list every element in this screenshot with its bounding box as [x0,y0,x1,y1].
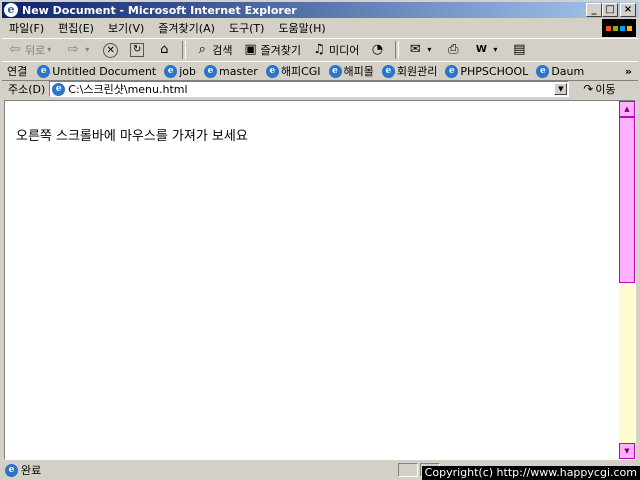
links-overflow-chevron-icon[interactable]: » [625,65,632,78]
mail-icon: ✉ [409,42,421,57]
window-controls: _ □ × [586,3,636,17]
go-arrow-icon: ↷ [583,82,594,96]
link-untitled-document[interactable]: e Untitled Document [33,64,160,78]
back-label: 뒤로 [25,44,46,57]
link-label: PHPSCHOOL [460,64,529,78]
browser-window: e New Document - Microsoft Internet Expl… [0,0,640,480]
link-phpschool[interactable]: e PHPSCHOOL [441,64,532,78]
search-icon: ⌕ [198,42,206,57]
maximize-button[interactable]: □ [602,3,618,17]
ie-page-icon: e [445,64,459,78]
forward-button[interactable]: ⇨ ▾ [60,40,98,60]
scroll-down-button[interactable]: ▼ [619,443,635,459]
links-bar: 연결 e Untitled Document e job e master e 해피CG… [2,61,638,81]
address-input[interactable]: e C:\스크린샷\menu.html ▼ [49,81,570,97]
go-label: 이동 [595,83,616,96]
ie-logo-icon: e [4,3,18,17]
title-bar: e New Document - Microsoft Internet Expl… [2,2,638,18]
link-label: master [219,64,258,78]
vertical-scrollbar[interactable]: ▲ ▼ [619,101,635,459]
ie-page-icon: e [52,82,66,96]
edit-button[interactable]: W ▾ [468,40,506,60]
link-job[interactable]: e job [160,64,200,78]
link-daum[interactable]: e Daum [532,64,588,78]
favorites-button[interactable]: ▣ 즐겨찾기 [238,40,306,60]
menu-file[interactable]: 파일(F) [2,20,51,36]
stop-icon: ✕ [103,42,119,58]
chevron-down-icon: ▾ [427,45,432,54]
media-label: 미디어 [328,44,360,57]
menu-view[interactable]: 보기(V) [101,20,151,36]
forward-arrow-icon: ⇨ [67,42,79,57]
menu-bar: 파일(F) 편집(E) 보기(V) 즐겨찾기(A) 도구(T) 도움말(H) [2,19,638,37]
word-edit-icon: W [475,44,487,55]
link-label: Daum [551,64,585,78]
standard-toolbar: ⇦ 뒤로 ▾ ⇨ ▾ ✕ ↻ ⌂ ⌕ 검색 ▣ 즐겨찾기 ♫ 미디어 ◔ ✉ ▾… [2,38,638,61]
go-button[interactable]: ↷ 이동 [583,81,615,97]
search-button[interactable]: ⌕ 검색 [189,40,237,60]
ie-page-icon: e [204,64,218,78]
mail-button[interactable]: ✉ ▾ [402,40,440,60]
address-value: C:\스크린샷\menu.html [68,83,188,96]
chevron-down-icon: ▾ [85,45,90,54]
address-bar: 주소(D) e C:\스크린샷\menu.html ▼ ↷ 이동 [2,80,638,98]
link-happymall[interactable]: e 해피몰 [325,63,378,79]
scroll-up-button[interactable]: ▲ [619,101,635,117]
stop-button[interactable]: ✕ [98,40,125,60]
windows-logo-icon [602,19,636,37]
toolbar-separator [182,41,187,59]
refresh-button[interactable]: ↻ [125,40,151,60]
media-button[interactable]: ♫ 미디어 [306,40,364,60]
print-icon: ⎙ [448,42,459,57]
back-arrow-icon: ⇦ [9,42,21,57]
instruction-text: 오른쪽 스크롤바에 마우스를 가져가 보세요 [16,129,248,144]
menu-tools[interactable]: 도구(T) [222,20,272,36]
ie-page-icon: e [5,463,18,477]
address-dropdown-button[interactable]: ▼ [554,83,568,95]
chevron-down-icon: ▾ [47,45,52,54]
menu-favorites[interactable]: 즐겨찾기(A) [151,20,222,36]
search-label: 검색 [212,44,233,57]
ie-page-icon: e [381,64,395,78]
print-button[interactable]: ⎙ [440,40,468,60]
scroll-thumb[interactable] [619,117,635,283]
ie-page-icon: e [37,64,51,78]
link-member-admin[interactable]: e 회원관리 [378,63,441,79]
ie-page-icon: e [265,64,279,78]
address-label: 주소(D) [8,83,46,96]
history-icon: ◔ [371,42,384,57]
status-panel [398,463,418,477]
refresh-icon: ↻ [130,43,145,57]
discuss-button[interactable]: ▤ [506,40,534,60]
menu-help[interactable]: 도움말(H) [271,20,332,36]
toolbar-separator [395,41,400,59]
menu-edit[interactable]: 편집(E) [51,20,101,36]
link-label: 해피CGI [280,65,321,78]
link-happycgi[interactable]: e 해피CGI [262,63,325,79]
media-icon: ♫ [313,42,325,57]
link-label: 해피몰 [343,65,374,78]
link-label: 회원관리 [396,65,438,78]
ie-page-icon: e [328,64,342,78]
close-button[interactable]: × [620,3,636,17]
home-icon: ⌂ [160,42,169,57]
link-label: Untitled Document [52,64,157,78]
home-button[interactable]: ⌂ [151,40,179,60]
ie-page-icon: e [536,64,550,78]
link-master[interactable]: e master [200,64,262,78]
ie-page-icon: e [164,64,178,78]
copyright-banner: Copyright(c) http://www.happycgi.com [421,466,640,480]
history-button[interactable]: ◔ [364,40,392,60]
minimize-button[interactable]: _ [586,3,602,17]
link-label: job [179,64,197,78]
favorites-label: 즐겨찾기 [260,44,301,57]
favorites-folder-icon: ▣ [244,42,257,57]
window-title: New Document - Microsoft Internet Explor… [22,3,297,17]
back-button[interactable]: ⇦ 뒤로 ▾ [2,40,60,60]
status-text: 완료 [21,464,42,477]
page-content: 오른쪽 스크롤바에 마우스를 가져가 보세요 ▲ ▼ [4,100,636,460]
chevron-down-icon: ▾ [493,45,498,54]
notepad-icon: ▤ [513,42,526,57]
links-label: 연결 [7,65,28,78]
